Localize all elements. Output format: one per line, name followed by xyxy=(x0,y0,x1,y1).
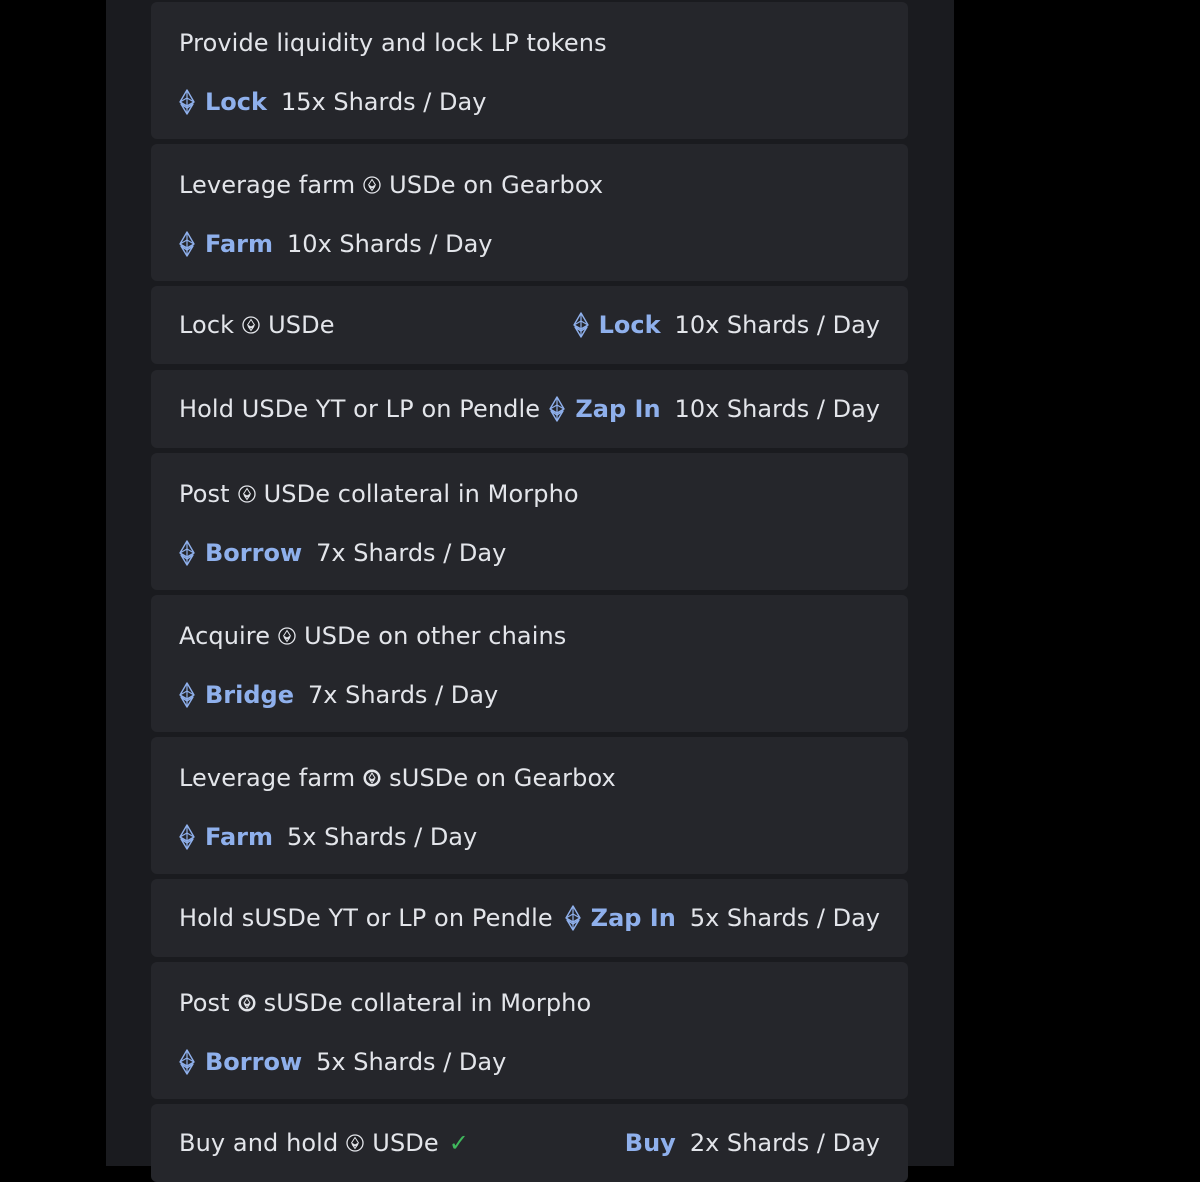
task-card-provide-liquidity: Provide liquidity and lock LP tokens Loc… xyxy=(151,2,908,139)
zap-in-action-link[interactable]: Zap In xyxy=(591,904,676,932)
task-title-prefix: Leverage farm xyxy=(179,171,356,199)
task-card-morpho-susde: Post sUSDe collateral in Morpho Borrow 5… xyxy=(151,962,908,1099)
task-reward-row: Bridge 7x Shards / Day xyxy=(179,680,498,710)
shards-rate: 7x Shards / Day xyxy=(308,681,499,709)
shards-rate: 2x Shards / Day xyxy=(689,1129,880,1157)
task-title-suffix: USDe on Gearbox xyxy=(389,171,604,199)
task-title-suffix: USDe xyxy=(268,311,335,339)
task-title-suffix: sUSDe on Gearbox xyxy=(389,764,616,792)
borrow-action-link[interactable]: Borrow xyxy=(205,539,302,567)
shards-rate: 5x Shards / Day xyxy=(316,1048,507,1076)
task-title-prefix: Leverage farm xyxy=(179,764,356,792)
usde-coin-icon xyxy=(237,485,256,503)
susde-coin-icon xyxy=(238,994,256,1012)
shards-rate: 10x Shards / Day xyxy=(287,230,493,258)
usde-coin-icon xyxy=(242,316,260,334)
task-title: Provide liquidity and lock LP tokens xyxy=(179,29,607,57)
task-reward-row: Lock 15x Shards / Day xyxy=(179,87,486,117)
ethereum-diamond-icon xyxy=(179,824,195,850)
shards-rate: 7x Shards / Day xyxy=(316,539,507,567)
task-card-bridge-usde: Acquire USDe on other chains Bridge 7x S… xyxy=(151,595,908,732)
lock-action-link[interactable]: Lock xyxy=(205,88,267,116)
task-title: Buy and hold USDe ✓ xyxy=(179,1129,469,1157)
task-title: Lock USDe xyxy=(179,311,335,339)
task-title: Leverage farm sUSDe on Gearbox xyxy=(179,764,616,792)
task-reward-row: Zap In 5x Shards / Day xyxy=(564,903,880,933)
task-title-text: Hold sUSDe YT or LP on Pendle xyxy=(179,904,553,932)
task-title: Hold USDe YT or LP on Pendle xyxy=(179,395,540,423)
task-reward-row: Zap In 10x Shards / Day xyxy=(549,394,880,424)
task-card-leverage-farm-usde: Leverage farm USDe on Gearbox Farm 10x S… xyxy=(151,144,908,281)
task-card-pendle-usde: Hold USDe YT or LP on Pendle Zap In 10x … xyxy=(151,370,908,448)
task-reward-row: Borrow 7x Shards / Day xyxy=(179,538,506,568)
task-title: Acquire USDe on other chains xyxy=(179,622,566,650)
bridge-action-link[interactable]: Bridge xyxy=(205,681,294,709)
shards-rate: 10x Shards / Day xyxy=(674,395,880,423)
task-title-text: Provide liquidity and lock LP tokens xyxy=(179,29,607,57)
task-card-lock-usde: Lock USDe Lock 10x Shards / Day xyxy=(151,286,908,364)
task-card-morpho-usde: Post USDe collateral in Morpho Borrow 7x… xyxy=(151,453,908,590)
task-reward-row: Farm 10x Shards / Day xyxy=(179,229,492,259)
ethereum-diamond-icon xyxy=(179,1049,195,1075)
task-title: Post USDe collateral in Morpho xyxy=(179,480,579,508)
task-title-prefix: Lock xyxy=(179,311,235,339)
task-title: Leverage farm USDe on Gearbox xyxy=(179,171,603,199)
shards-rate: 10x Shards / Day xyxy=(674,311,880,339)
task-title: Post sUSDe collateral in Morpho xyxy=(179,989,591,1017)
usde-coin-icon xyxy=(346,1134,364,1152)
susde-coin-icon xyxy=(363,769,381,787)
task-title: Hold sUSDe YT or LP on Pendle xyxy=(179,904,553,932)
task-title-prefix: Post xyxy=(179,989,230,1017)
shards-rate: 5x Shards / Day xyxy=(689,904,880,932)
shards-rate: 15x Shards / Day xyxy=(280,88,487,116)
buy-action-link[interactable]: Buy xyxy=(625,1129,676,1157)
ethereum-diamond-icon xyxy=(179,89,195,115)
usde-coin-icon xyxy=(363,176,381,194)
task-title-suffix: sUSDe collateral in Morpho xyxy=(263,989,592,1017)
usde-coin-icon xyxy=(278,627,296,645)
ethereum-diamond-icon xyxy=(179,682,195,708)
ethereum-diamond-icon xyxy=(549,396,566,422)
farm-action-link[interactable]: Farm xyxy=(205,823,273,851)
shards-rate: 5x Shards / Day xyxy=(287,823,478,851)
zap-in-action-link[interactable]: Zap In xyxy=(575,395,660,423)
ethereum-diamond-icon xyxy=(572,312,589,338)
farm-action-link[interactable]: Farm xyxy=(205,230,273,258)
task-title-suffix: USDe xyxy=(372,1129,439,1157)
checkmark-icon: ✓ xyxy=(448,1129,469,1157)
lock-action-link[interactable]: Lock xyxy=(599,311,661,339)
task-card-pendle-susde: Hold sUSDe YT or LP on Pendle Zap In 5x … xyxy=(151,879,908,957)
task-title-prefix: Buy and hold xyxy=(179,1129,339,1157)
task-title-text: Hold USDe YT or LP on Pendle xyxy=(179,395,541,423)
task-card-buy-usde: Buy and hold USDe ✓ Buy 2x Shards / Day xyxy=(151,1104,908,1182)
task-card-leverage-farm-susde: Leverage farm sUSDe on Gearbox Farm 5x S… xyxy=(151,737,908,874)
task-title-suffix: USDe collateral in Morpho xyxy=(263,480,579,508)
task-title-prefix: Acquire xyxy=(179,622,271,650)
task-reward-row: Lock 10x Shards / Day xyxy=(572,310,880,340)
ethereum-diamond-icon xyxy=(179,540,195,566)
task-reward-row: Farm 5x Shards / Day xyxy=(179,822,477,852)
task-title-suffix: USDe on other chains xyxy=(304,622,567,650)
task-reward-row: Borrow 5x Shards / Day xyxy=(179,1047,506,1077)
borrow-action-link[interactable]: Borrow xyxy=(205,1048,302,1076)
ethereum-diamond-icon xyxy=(564,905,581,931)
task-title-prefix: Post xyxy=(179,480,230,508)
ethereum-diamond-icon xyxy=(179,231,195,257)
task-reward-row: Buy 2x Shards / Day xyxy=(625,1128,880,1158)
